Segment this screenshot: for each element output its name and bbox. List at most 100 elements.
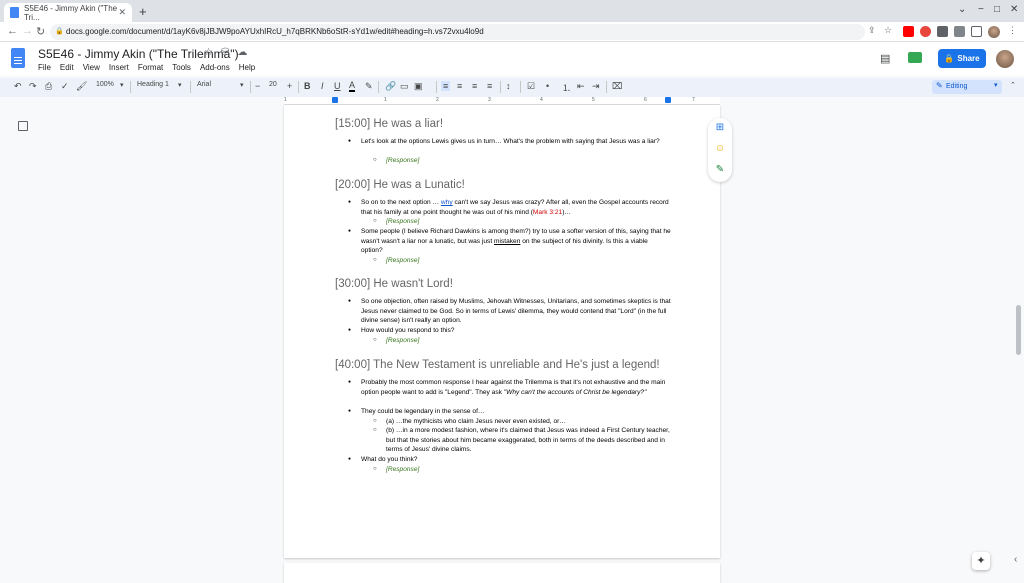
- share-page-icon[interactable]: ⇪: [868, 25, 876, 36]
- menu-file[interactable]: File: [38, 63, 51, 72]
- menu-addons[interactable]: Add-ons: [200, 63, 230, 72]
- share-button[interactable]: 🔒 Share: [938, 49, 986, 68]
- why-link[interactable]: why: [441, 199, 453, 206]
- sub-list-item[interactable]: (b) …in a more modest fashion, where it'…: [373, 426, 671, 455]
- extension-icon[interactable]: [920, 26, 931, 37]
- menu-view[interactable]: View: [83, 63, 100, 72]
- response-item[interactable]: [Response]: [373, 156, 671, 166]
- list-item[interactable]: They could be legendary in the sense of…: [348, 407, 671, 417]
- checklist-icon[interactable]: ☑: [527, 81, 535, 92]
- response-item[interactable]: [Response]: [373, 256, 671, 266]
- zoom-select[interactable]: 100%: [96, 81, 114, 88]
- account-avatar[interactable]: [996, 50, 1014, 68]
- menu-insert[interactable]: Insert: [109, 63, 129, 72]
- align-center-icon[interactable]: ≡: [457, 81, 462, 91]
- chevron-up-icon[interactable]: ⌃: [1010, 81, 1016, 89]
- vertical-scrollbar[interactable]: [1016, 305, 1021, 355]
- font-size-decrease-button[interactable]: −: [255, 81, 260, 91]
- heading-40-00[interactable]: [40:00] The New Testament is unreliable …: [335, 359, 660, 371]
- increase-indent-icon[interactable]: ⇥: [592, 81, 600, 92]
- italic-button[interactable]: I: [321, 81, 324, 91]
- heading-30-00[interactable]: [30:00] He wasn't Lord!: [335, 278, 453, 290]
- minimize-icon[interactable]: −: [978, 4, 984, 15]
- browser-menu-icon[interactable]: ⋮: [1008, 25, 1017, 36]
- redo-icon[interactable]: ↷: [29, 81, 37, 92]
- list-item[interactable]: How would you respond to this?: [348, 326, 671, 336]
- numbered-list-icon[interactable]: ⒈: [562, 81, 571, 94]
- heading-20-00[interactable]: [20:00] He was a Lunatic!: [335, 179, 465, 191]
- ruler[interactable]: 1 1 2 3 4 5 6 7: [284, 97, 720, 105]
- add-comment-icon[interactable]: ⊞: [714, 122, 726, 134]
- bold-button[interactable]: B: [304, 81, 311, 91]
- list-item[interactable]: So one objection, often raised by Muslim…: [348, 297, 671, 326]
- ruler-tick: 4: [540, 97, 543, 103]
- print-icon[interactable]: ⎙: [45, 81, 52, 92]
- align-justify-icon[interactable]: ≡: [487, 81, 492, 91]
- insert-image-icon[interactable]: ▣: [414, 81, 423, 92]
- tab-close-icon[interactable]: ✕: [118, 7, 126, 18]
- bulleted-list-icon[interactable]: •: [546, 81, 549, 91]
- undo-icon[interactable]: ↶: [14, 81, 22, 92]
- chevron-down-icon[interactable]: ⌄: [958, 4, 966, 15]
- menu-format[interactable]: Format: [138, 63, 163, 72]
- cloud-status-icon[interactable]: ☁: [237, 47, 247, 58]
- align-right-icon[interactable]: ≡: [472, 81, 477, 91]
- menu-tools[interactable]: Tools: [172, 63, 191, 72]
- text-color-button[interactable]: A: [349, 81, 356, 92]
- forward-icon[interactable]: →: [22, 25, 33, 37]
- paint-format-icon[interactable]: 🖌: [76, 81, 87, 92]
- response-item[interactable]: [Response]: [373, 336, 671, 346]
- style-select[interactable]: Heading 1: [137, 81, 169, 88]
- list-item[interactable]: What do you think?: [348, 455, 671, 465]
- maximize-icon[interactable]: □: [994, 4, 1000, 15]
- browser-tab[interactable]: S5E46 - Jimmy Akin ("The Tri... ✕: [4, 3, 132, 22]
- highlight-icon[interactable]: ✎: [365, 81, 373, 92]
- side-panel-toggle-icon[interactable]: ‹: [1014, 554, 1017, 565]
- puzzle-extensions-icon[interactable]: [937, 26, 948, 37]
- align-left-icon[interactable]: ≡: [441, 81, 451, 91]
- font-size-input[interactable]: 20: [269, 81, 277, 88]
- youtube-extension-icon[interactable]: [903, 26, 914, 37]
- emoji-reaction-icon[interactable]: ☺: [714, 143, 726, 155]
- spellcheck-icon[interactable]: ✓: [61, 81, 69, 92]
- profile-avatar[interactable]: [988, 26, 1000, 38]
- insert-link-icon[interactable]: 🔗: [385, 81, 396, 92]
- url-input[interactable]: 🔒 docs.google.com/document/d/1ayK6v8jJBJ…: [50, 24, 865, 40]
- media-icon[interactable]: [954, 26, 965, 37]
- list-item[interactable]: Probably the most common response I hear…: [348, 378, 671, 397]
- meet-icon[interactable]: [908, 52, 922, 63]
- document-page-next[interactable]: [284, 563, 720, 583]
- heading-15-00[interactable]: [15:00] He was a liar!: [335, 118, 443, 130]
- clear-formatting-icon[interactable]: ⌧: [612, 81, 622, 92]
- underline-button[interactable]: U: [334, 81, 341, 91]
- right-indent-marker-icon[interactable]: [665, 97, 671, 103]
- back-icon[interactable]: ←: [7, 25, 18, 37]
- move-folder-icon[interactable]: ⛁: [221, 47, 229, 58]
- response-item[interactable]: [Response]: [373, 217, 671, 227]
- insert-comment-icon[interactable]: ▭: [400, 81, 409, 92]
- sidebar-icon[interactable]: [971, 26, 982, 37]
- docs-logo-icon[interactable]: [11, 48, 25, 68]
- list-item[interactable]: So on to the next option … why can't we …: [348, 198, 671, 217]
- explore-icon[interactable]: ✦: [972, 552, 990, 570]
- document-page[interactable]: [15:00] He was a liar! Let's look at the…: [284, 105, 720, 558]
- suggest-edits-icon[interactable]: ✎: [714, 164, 726, 176]
- bookmark-star-icon[interactable]: ☆: [884, 25, 892, 36]
- response-item[interactable]: [Response]: [373, 465, 671, 475]
- star-icon[interactable]: ☆: [204, 47, 213, 58]
- list-item[interactable]: Let's look at the options Lewis gives us…: [348, 137, 671, 147]
- new-tab-button[interactable]: +: [139, 4, 147, 19]
- indent-marker-icon[interactable]: [332, 97, 338, 103]
- font-select[interactable]: Arial: [197, 81, 211, 88]
- menu-edit[interactable]: Edit: [60, 63, 74, 72]
- comments-icon[interactable]: ▤: [880, 52, 890, 65]
- menu-help[interactable]: Help: [239, 63, 255, 72]
- document-outline-icon[interactable]: [18, 121, 28, 131]
- reload-icon[interactable]: ↻: [36, 25, 45, 38]
- line-spacing-icon[interactable]: ↕: [506, 81, 511, 91]
- ruler-tick: 6: [644, 97, 647, 103]
- list-item[interactable]: Some people (I believe Richard Dawkins i…: [348, 227, 671, 256]
- decrease-indent-icon[interactable]: ⇤: [577, 81, 585, 92]
- window-close-icon[interactable]: ✕: [1010, 4, 1018, 15]
- font-size-increase-button[interactable]: +: [287, 81, 292, 91]
